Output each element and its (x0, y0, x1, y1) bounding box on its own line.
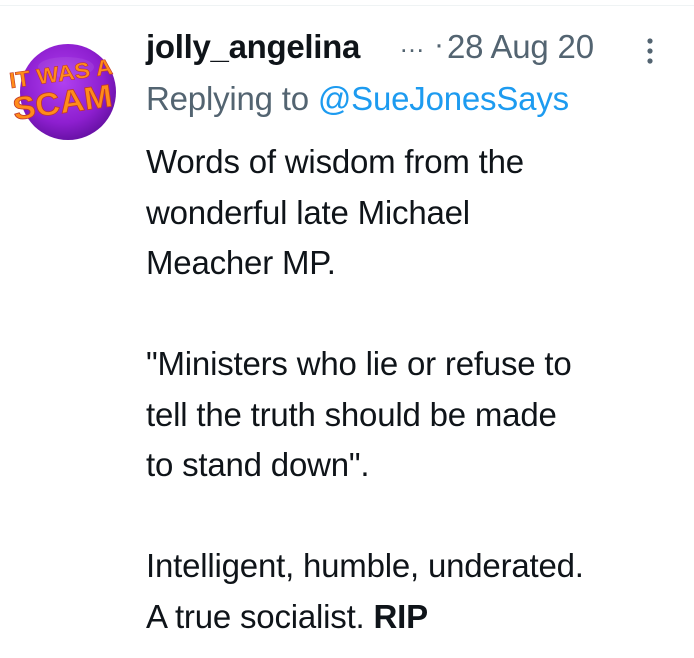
reply-context: Replying to @SueJonesSays (146, 80, 569, 118)
tweet-line: tell the truth should be made (146, 395, 557, 433)
tweet-closing-bold: RIP (373, 597, 429, 635)
tweet-line-text: A true socialist. (146, 597, 365, 635)
timestamp[interactable]: 28 Aug 20 (447, 28, 594, 66)
reply-prefix: Replying to (146, 80, 309, 117)
tweet-text: Words of wisdom from the wonderful late … (146, 137, 686, 642)
reply-handle-link[interactable]: @SueJonesSays (318, 80, 569, 117)
tweet-header: jolly_angelina … · 28 Aug 20 (146, 24, 686, 72)
avatar-image: IT WAS A SCAM (7, 44, 116, 140)
avatar[interactable]: IT WAS A SCAM (6, 37, 116, 147)
tweet-last-line: A true socialist. RIP (146, 592, 686, 643)
tweet-line: to stand down". (146, 446, 370, 483)
top-divider (0, 5, 694, 6)
separator-dot: · (434, 28, 444, 61)
tweet-line: Words of wisdom from the (146, 143, 524, 180)
tweet-line: wonderful late Michael (146, 193, 470, 231)
tweet-line: Meacher MP. (146, 244, 336, 281)
username[interactable]: jolly_angelina (146, 28, 360, 66)
truncation-ellipsis: … (399, 28, 425, 58)
tweet-line: "Ministers who lie or refuse to (146, 345, 572, 382)
more-vertical-icon[interactable] (640, 36, 660, 66)
tweet-line: Intelligent, humble, underated. (146, 547, 584, 584)
